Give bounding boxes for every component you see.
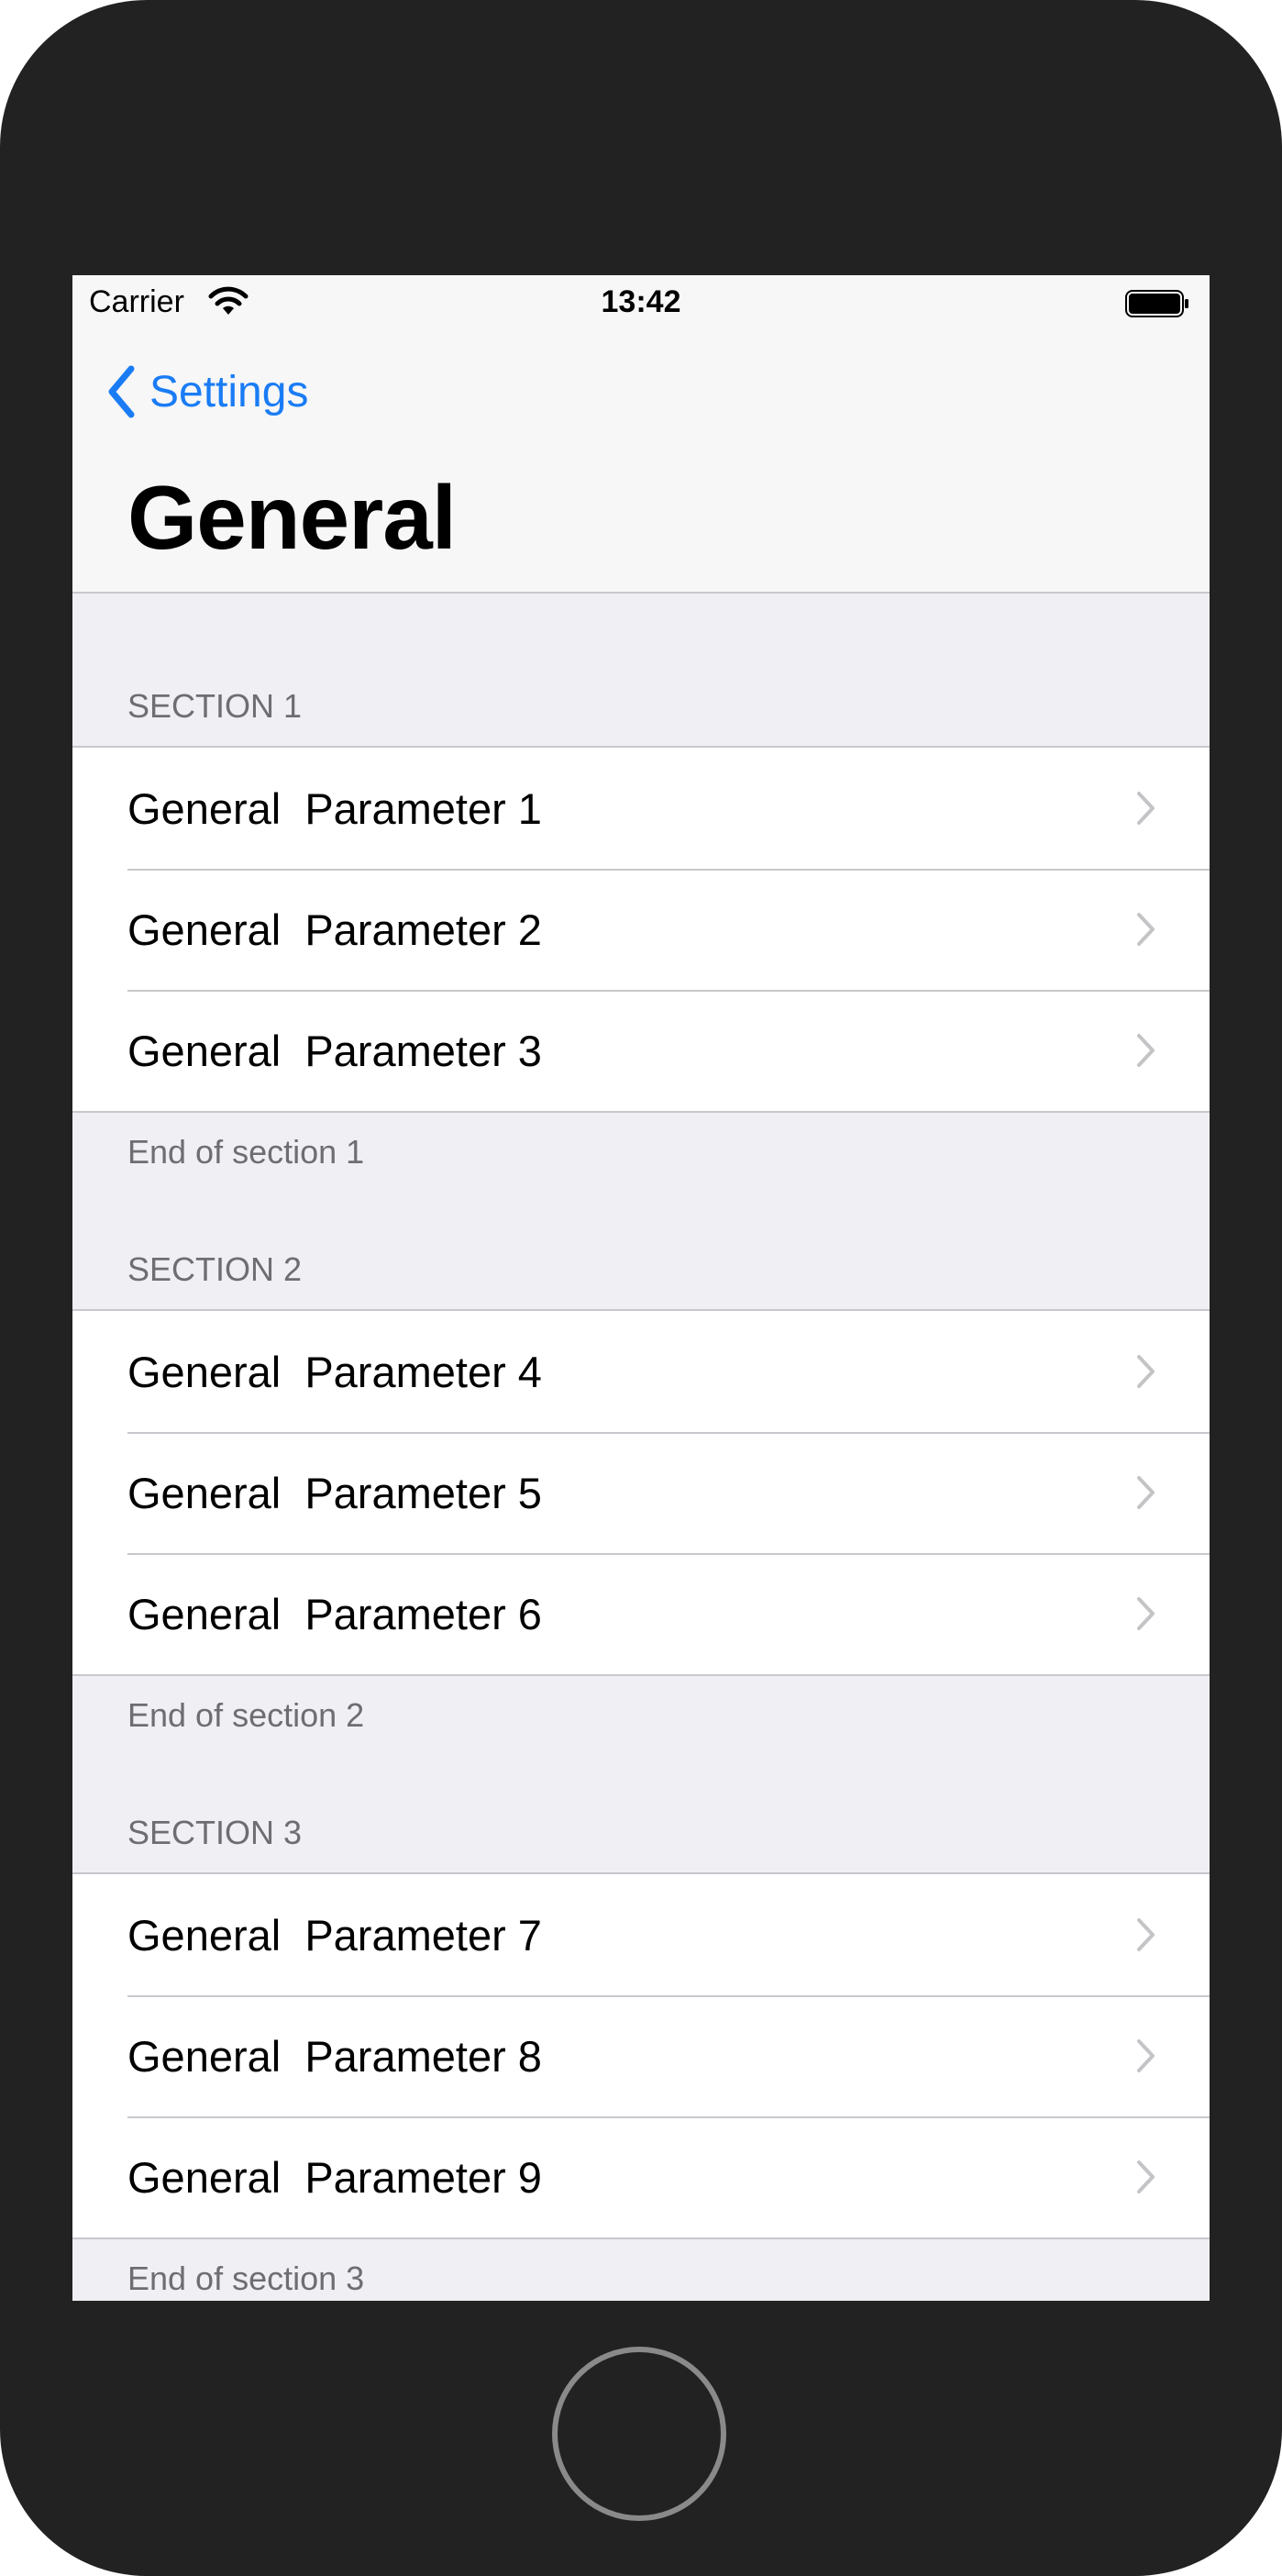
chevron-right-icon	[1137, 792, 1155, 825]
screen: Carrier 13:42 Settings General SECTION 1…	[72, 275, 1210, 2301]
status-bar: Carrier 13:42	[72, 275, 1210, 332]
section-footer: End of section 1	[72, 1113, 1210, 1184]
section-header-label: SECTION 3	[127, 1814, 303, 1851]
home-button[interactable]	[552, 2347, 726, 2521]
list-item[interactable]: General Parameter 6	[72, 1553, 1210, 1674]
chevron-right-icon	[1137, 1918, 1155, 1951]
section-group: General Parameter 1 General Parameter 2 …	[72, 746, 1210, 1113]
device-frame: Carrier 13:42 Settings General SECTION 1…	[0, 0, 1282, 2576]
list-item-label: General Parameter 7	[127, 1910, 542, 1960]
list-item[interactable]: General Parameter 9	[72, 2116, 1210, 2237]
list-item-label: General Parameter 3	[127, 1026, 542, 1075]
list-item-label: General Parameter 8	[127, 2031, 542, 2081]
list-item-label: General Parameter 2	[127, 905, 542, 954]
list-item[interactable]: General Parameter 3	[72, 990, 1210, 1111]
list-item[interactable]: General Parameter 8	[72, 1995, 1210, 2116]
section-footer-label: End of section 2	[127, 1696, 365, 1734]
section-header-label: SECTION 2	[127, 1250, 303, 1288]
section-header-label: SECTION 1	[127, 687, 303, 725]
section-header: SECTION 2	[72, 1184, 1210, 1309]
list-item[interactable]: General Parameter 2	[72, 869, 1210, 990]
chevron-right-icon	[1137, 2039, 1155, 2072]
back-button[interactable]: Settings	[105, 360, 308, 424]
section-header: SECTION 3	[72, 1748, 1210, 1872]
chevron-right-icon	[1137, 1476, 1155, 1509]
page-title: General	[127, 467, 457, 568]
list-item-label: General Parameter 9	[127, 2152, 542, 2202]
status-time: 13:42	[601, 284, 681, 319]
section-group: General Parameter 7 General Parameter 8 …	[72, 1872, 1210, 2239]
section-footer: End of section 3	[72, 2239, 1210, 2301]
chevron-right-icon	[1137, 1597, 1155, 1630]
section-group: General Parameter 4 General Parameter 5 …	[72, 1309, 1210, 1676]
section-footer-label: End of section 3	[127, 2260, 365, 2297]
settings-list[interactable]: SECTION 1 General Parameter 1 General Pa…	[72, 594, 1210, 2301]
list-item-label: General Parameter 4	[127, 1347, 542, 1396]
chevron-right-icon	[1137, 2160, 1155, 2193]
list-item[interactable]: General Parameter 1	[72, 748, 1210, 869]
chevron-right-icon	[1137, 1355, 1155, 1388]
list-item[interactable]: General Parameter 5	[72, 1432, 1210, 1553]
list-item-label: General Parameter 6	[127, 1589, 542, 1638]
navigation-bar: Carrier 13:42 Settings General	[72, 275, 1210, 594]
list-item-label: General Parameter 1	[127, 783, 542, 833]
chevron-left-icon	[108, 365, 135, 418]
battery-icon	[1125, 290, 1188, 317]
chevron-right-icon	[1137, 1034, 1155, 1067]
section-footer-label: End of section 1	[127, 1133, 365, 1171]
list-item-label: General Parameter 5	[127, 1468, 542, 1517]
section-footer: End of section 2	[72, 1676, 1210, 1748]
list-item[interactable]: General Parameter 4	[72, 1311, 1210, 1432]
back-button-label: Settings	[149, 367, 309, 416]
chevron-right-icon	[1137, 913, 1155, 946]
list-item[interactable]: General Parameter 7	[72, 1874, 1210, 1995]
section-header: SECTION 1	[72, 594, 1210, 746]
